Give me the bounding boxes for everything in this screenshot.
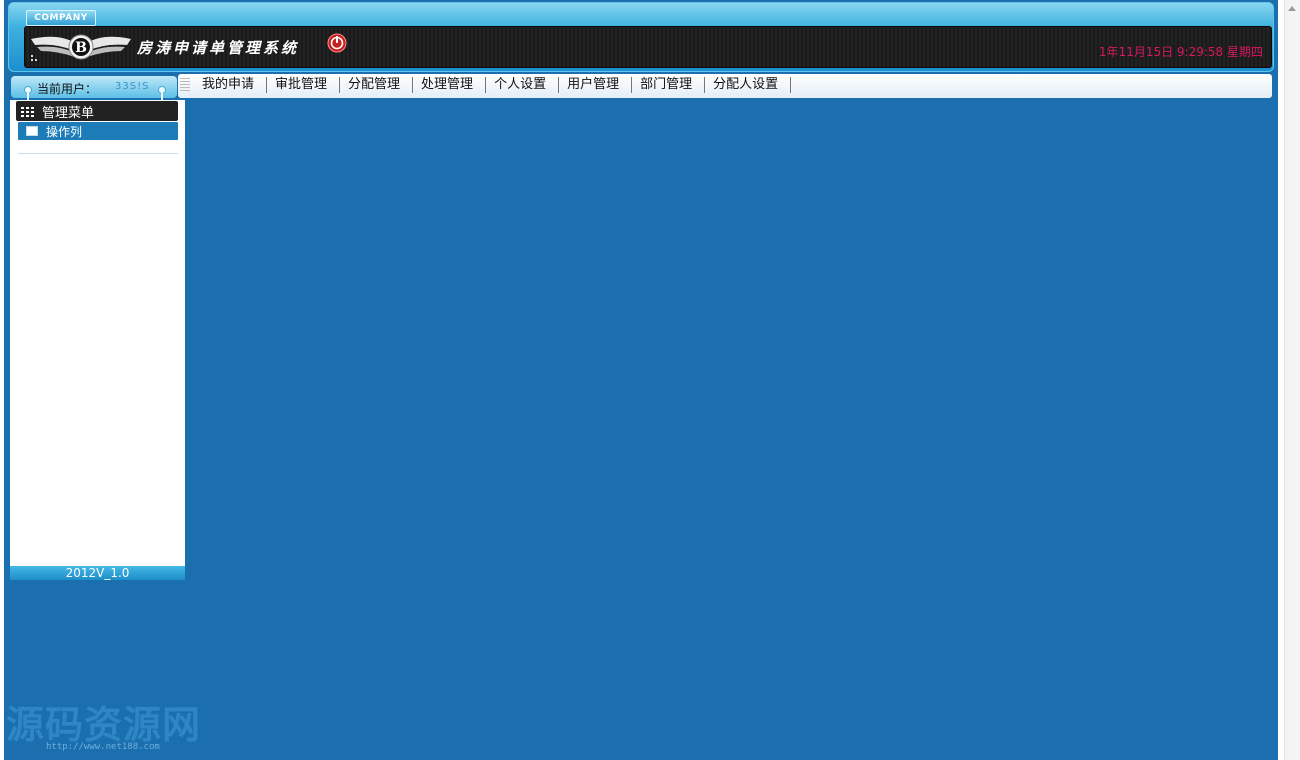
menu-header[interactable]: 管理菜单 bbox=[16, 101, 178, 121]
current-user-name: 33S!S bbox=[115, 81, 150, 92]
datetime-display: 1年11月15日 9:29:58 星期四 bbox=[1098, 45, 1263, 59]
menu-item-operations[interactable]: 操作列 bbox=[18, 122, 178, 140]
company-tag: COMPANY bbox=[26, 10, 96, 26]
menu-item-label: 操作列 bbox=[46, 125, 83, 139]
tab-personal-settings[interactable]: 个人设置 bbox=[486, 77, 560, 93]
current-user-bar: 当前用户： 33S!S bbox=[11, 76, 177, 106]
version-label: 2012V_1.0 bbox=[10, 566, 185, 580]
watermark-url: http://www.net188.com bbox=[46, 742, 160, 752]
main-content-area bbox=[4, 0, 1278, 760]
logo-emblem-icon: B bbox=[31, 34, 131, 60]
menu-list-icon bbox=[21, 107, 34, 117]
nav-tabs: 我的申请 审批管理 分配管理 处理管理 个人设置 用户管理 部门管理 分配人设置 bbox=[194, 77, 792, 93]
vertical-scrollbar[interactable] bbox=[1284, 0, 1300, 760]
tab-assignment-management[interactable]: 分配管理 bbox=[340, 77, 414, 93]
menu-divider bbox=[18, 153, 178, 154]
system-title: 房涛申请单管理系统 bbox=[137, 39, 300, 57]
current-user-label: 当前用户： bbox=[37, 82, 98, 96]
tab-user-management[interactable]: 用户管理 bbox=[559, 77, 633, 93]
main-nav-bar: 我的申请 审批管理 分配管理 处理管理 个人设置 用户管理 部门管理 分配人设置 bbox=[178, 74, 1272, 98]
tab-assignee-settings[interactable]: 分配人设置 bbox=[705, 77, 792, 93]
tab-department-management[interactable]: 部门管理 bbox=[632, 77, 706, 93]
app-header: COMPANY B 房涛申请单管理系统 1年11月15日 9:29:58 星期四 bbox=[8, 2, 1274, 72]
nav-grip-icon bbox=[180, 78, 190, 92]
tab-my-requests[interactable]: 我的申请 bbox=[194, 77, 268, 93]
svg-text:B: B bbox=[75, 40, 87, 56]
power-icon[interactable] bbox=[327, 33, 347, 53]
watermark-title: 源码资源网 bbox=[6, 703, 202, 747]
grid-icon bbox=[31, 55, 39, 63]
tab-approval-management[interactable]: 审批管理 bbox=[267, 77, 341, 93]
tab-processing-management[interactable]: 处理管理 bbox=[413, 77, 487, 93]
header-banner: B 房涛申请单管理系统 1年11月15日 9:29:58 星期四 bbox=[24, 26, 1272, 68]
scroll-up-arrow-icon[interactable] bbox=[1288, 6, 1296, 11]
menu-header-label: 管理菜单 bbox=[42, 106, 95, 121]
side-menu-panel: 管理菜单 操作列 bbox=[10, 100, 185, 566]
book-icon bbox=[26, 126, 38, 136]
